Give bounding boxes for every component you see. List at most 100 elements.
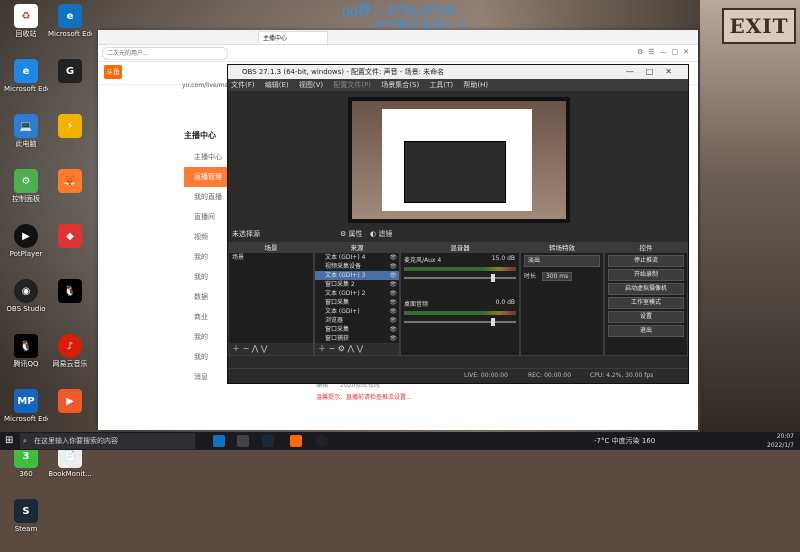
desktop-icon-edge2[interactable]: eMicrosoft Edge bbox=[48, 2, 92, 54]
desktop-icon-recycle[interactable]: ♻ 回收站 bbox=[4, 2, 48, 54]
obs-preview-canvas[interactable] bbox=[348, 97, 570, 223]
search-icon: ⌕ bbox=[23, 437, 27, 445]
source-item[interactable]: 文本 (GDI+) 4 👁 bbox=[315, 253, 399, 262]
desktop-icon-obs[interactable]: ◉ OBS Studio bbox=[4, 277, 48, 329]
desktop-icon-g[interactable]: G bbox=[48, 57, 92, 109]
volume-knob[interactable] bbox=[491, 274, 496, 282]
browser-urlbar: 二次元的用户... ⚙☰—□✕ bbox=[98, 45, 698, 62]
transition-select[interactable]: 淡出 bbox=[524, 255, 600, 267]
visibility-eye-icon[interactable]: 👁 bbox=[389, 271, 397, 280]
taskbar-search[interactable]: ⌕ 在这里输入你要搜索的内容 bbox=[20, 433, 195, 449]
menu-tools[interactable]: 工具(T) bbox=[429, 81, 453, 89]
desktop-icon-qq[interactable]: 🐧 腾讯QQ bbox=[4, 332, 48, 384]
source-item[interactable]: 窗口采集 2 👁 bbox=[315, 280, 399, 289]
menu-help[interactable]: 帮助(H) bbox=[463, 81, 488, 89]
visibility-eye-icon[interactable]: 👁 bbox=[389, 289, 397, 298]
desktop-icon-fox[interactable]: 🦊 bbox=[48, 167, 92, 219]
sources-dock: 来源 文本 (GDI+) 4 👁 视频采集设备 👁 文本 (GDI+) 3 👁 窗口采集 2… bbox=[314, 242, 400, 356]
visibility-eye-icon[interactable]: 👁 bbox=[389, 253, 397, 262]
weather-widget[interactable]: -7°C 中度污染 160 bbox=[594, 432, 655, 450]
live-status: LIVE: 00:00:00 bbox=[464, 372, 508, 379]
obs-icon: ◉ bbox=[14, 279, 38, 303]
desktop-icon-empty[interactable]: 💻 此电脑 bbox=[4, 112, 48, 164]
play-icon: ▶ bbox=[58, 389, 82, 413]
browser-address-field[interactable]: 二次元的用户... bbox=[102, 47, 228, 60]
obs-menubar: 文件(F) 编辑(E) 视图(V) 配置文件(P) 场景集合(S) 工具(T) … bbox=[228, 79, 688, 91]
duration-field[interactable]: 300 ms bbox=[541, 272, 573, 281]
douyu-logo-icon[interactable]: 斗鱼 bbox=[104, 65, 122, 79]
visibility-eye-icon[interactable]: 👁 bbox=[389, 316, 397, 325]
desktop-icon-qq2[interactable]: 🐧 bbox=[48, 277, 92, 329]
menu-profile[interactable]: 配置文件(P) bbox=[333, 81, 371, 89]
qq-icon: 🐧 bbox=[14, 334, 38, 358]
source-item[interactable]: 窗口捕获 👁 bbox=[315, 334, 399, 343]
visibility-eye-icon[interactable]: 👁 bbox=[389, 262, 397, 271]
menu-scene-collection[interactable]: 场景集合(S) bbox=[381, 81, 419, 89]
qq-icon: 🐧 bbox=[58, 279, 82, 303]
desktop-icon-edge[interactable]: eMicrosoft Edge bbox=[4, 57, 48, 109]
edge-icon: e bbox=[14, 59, 38, 83]
start-recording-button[interactable]: 开始录制 bbox=[608, 269, 684, 281]
desktop-icon-netease[interactable]: ♪ 网易云音乐 bbox=[48, 332, 92, 384]
obs-title-text: OBS 27.1.3 (64-bit, windows) - 配置文件: 声音 … bbox=[242, 68, 445, 76]
visibility-eye-icon[interactable]: 👁 bbox=[389, 298, 397, 307]
taskbar-steam-icon[interactable] bbox=[262, 435, 274, 447]
preview-obs-recursive bbox=[404, 141, 506, 203]
desktop-icons-col1: ♻回收站 eMicrosoft Edge 💻此电脑 ⚙控制面板 ▶PotPlay… bbox=[4, 2, 48, 552]
volume-knob[interactable] bbox=[491, 318, 496, 326]
visibility-eye-icon[interactable]: 👁 bbox=[389, 325, 397, 334]
mp-icon: MP bbox=[14, 389, 38, 413]
window-controls[interactable]: —□✕ bbox=[626, 65, 684, 79]
menu-view[interactable]: 视图(V) bbox=[299, 81, 323, 89]
settings-button[interactable]: 设置 bbox=[608, 311, 684, 323]
thispc-icon: 💻 bbox=[14, 114, 38, 138]
volume-slider[interactable] bbox=[404, 274, 516, 282]
stop-streaming-button[interactable]: 停止推流 bbox=[608, 255, 684, 267]
source-item[interactable]: 窗口采集 👁 bbox=[315, 298, 399, 307]
windows-start-icon[interactable]: ⊞ bbox=[5, 435, 13, 446]
mixer-track-mic: 麦克风/Aux 4 15.0 dB bbox=[401, 253, 519, 297]
desktop-icon-yellow[interactable]: ⚡ bbox=[48, 112, 92, 164]
scenes-dock-footer[interactable]: ＋ − ⋀ ⋁ bbox=[229, 343, 313, 355]
taskbar-g-icon[interactable] bbox=[237, 435, 249, 447]
desktop-icon-panel[interactable]: ⚙ 控制面板 bbox=[4, 167, 48, 219]
source-item[interactable]: 浏览器 👁 bbox=[315, 316, 399, 325]
clock[interactable]: 20:07 2022/1/7 bbox=[767, 432, 794, 450]
desktop-icon-potplayer[interactable]: ▶ PotPlayer bbox=[4, 222, 48, 274]
taskbar-edge-icon[interactable] bbox=[213, 435, 225, 447]
source-item[interactable]: 文本 (GDI+) 2 👁 bbox=[315, 289, 399, 298]
sources-list: 文本 (GDI+) 4 👁 视频采集设备 👁 文本 (GDI+) 3 👁 窗口采集 2 👁 文本… bbox=[315, 253, 399, 352]
visibility-eye-icon[interactable]: 👁 bbox=[389, 280, 397, 289]
wallpaper-right bbox=[700, 0, 800, 432]
studio-mode-button[interactable]: 工作室模式 bbox=[608, 297, 684, 309]
filters-button[interactable]: ◐ 滤镜 bbox=[370, 228, 392, 240]
volume-slider[interactable] bbox=[404, 318, 516, 326]
exit-button[interactable]: 退出 bbox=[608, 325, 684, 337]
scenes-dock-title: 场景 bbox=[229, 243, 313, 253]
date: 2022/1/7 bbox=[767, 442, 794, 449]
netease-music-icon: ♪ bbox=[58, 334, 82, 358]
fox-icon: 🦊 bbox=[58, 169, 82, 193]
visibility-eye-icon[interactable]: 👁 bbox=[389, 307, 397, 316]
browser-tab[interactable]: 主播中心 bbox=[258, 31, 328, 44]
taskbar-douyu-icon[interactable] bbox=[290, 435, 302, 447]
obs-docks: 场景 场景 ＋ − ⋀ ⋁ 来源 文本 (GDI+) 4 👁 视频采集设备 👁 文本 (… bbox=[228, 242, 688, 356]
source-item[interactable]: 文本 (GDI+) 3 👁 bbox=[315, 271, 399, 280]
source-item[interactable]: 视频采集设备 👁 bbox=[315, 262, 399, 271]
potplayer-icon: ▶ bbox=[14, 224, 38, 248]
browser-toolbar-icons[interactable]: ⚙☰—□✕ bbox=[637, 48, 694, 56]
transitions-dock-title: 转场特效 bbox=[521, 243, 603, 253]
desktop-icon-steam[interactable]: S Steam bbox=[4, 497, 48, 549]
visibility-eye-icon[interactable]: 👁 bbox=[389, 334, 397, 343]
menu-edit[interactable]: 编辑(E) bbox=[265, 81, 289, 89]
source-item[interactable]: 文本 (GDI+) 👁 bbox=[315, 307, 399, 316]
source-item[interactable]: 窗口采集 👁 bbox=[315, 325, 399, 334]
sources-dock-footer[interactable]: ＋ − ⚙ ⋀ ⋁ bbox=[315, 343, 399, 355]
volume-meter bbox=[404, 267, 516, 271]
menu-file[interactable]: 文件(F) bbox=[231, 81, 255, 89]
taskbar-obs-icon[interactable] bbox=[316, 435, 328, 447]
desktop-icon-red[interactable]: ◆ bbox=[48, 222, 92, 274]
scene-item[interactable]: 场景 bbox=[229, 253, 313, 262]
virtual-camera-button[interactable]: 启动虚拟摄像机 bbox=[608, 283, 684, 295]
properties-button[interactable]: ⚙ 属性 bbox=[340, 228, 363, 240]
